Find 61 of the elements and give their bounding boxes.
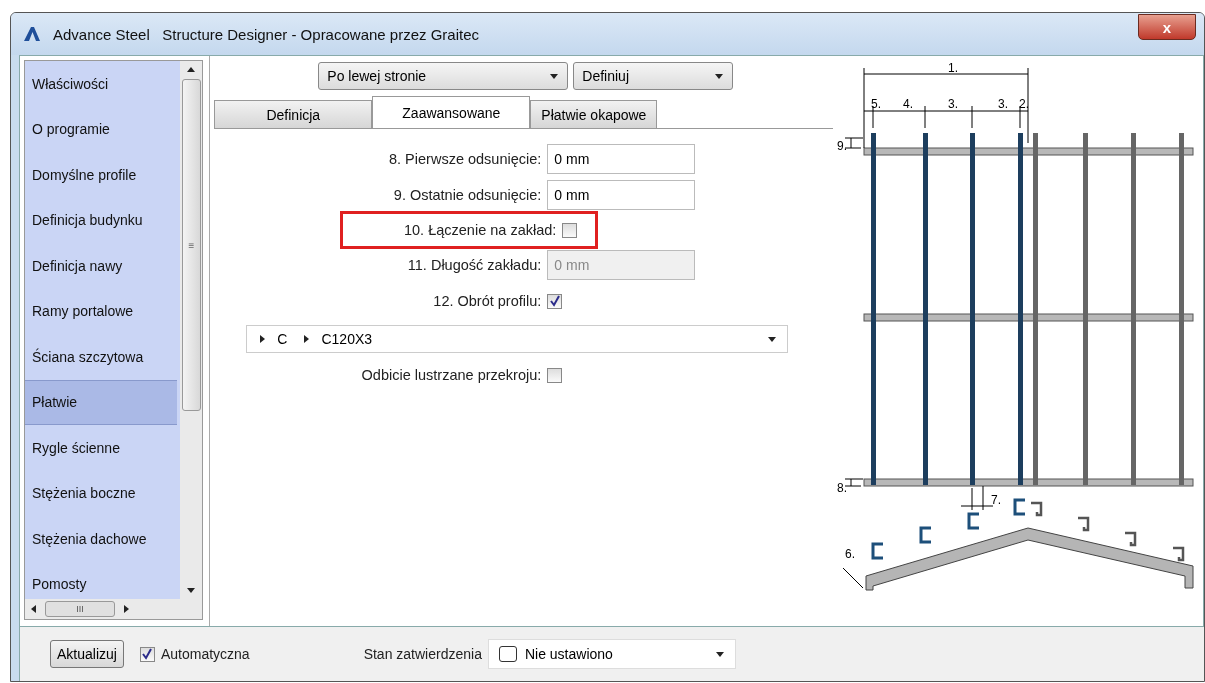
vertical-scrollbar[interactable]: ≡: [180, 61, 203, 599]
profile-path-label: C: [277, 331, 288, 347]
profile-path-label: C120X3: [321, 331, 373, 347]
sidebar-item[interactable]: Stężenia boczne: [25, 470, 177, 516]
scroll-thumb[interactable]: III: [45, 601, 115, 617]
dimension-label: 4.: [903, 97, 913, 111]
sidebar-item[interactable]: Rygle ścienne: [25, 425, 177, 471]
scroll-down-icon[interactable]: [186, 585, 197, 595]
sidebar-item[interactable]: Definicja nawy: [25, 243, 177, 289]
sidebar-item[interactable]: O programie: [25, 106, 177, 152]
checkbox[interactable]: [547, 367, 563, 383]
dimension-label: 7.: [991, 493, 1001, 507]
field-label: 12. Obrót profilu:: [433, 293, 542, 309]
status-dropdown[interactable]: Nie ustawiono: [487, 639, 736, 669]
horizontal-scrollbar[interactable]: III: [25, 599, 203, 619]
field-label: 8. Pierwsze odsunięcie:: [389, 151, 542, 167]
checkbox-label: Automatyczna: [160, 646, 250, 662]
sidebar-item[interactable]: Właściwości: [25, 61, 177, 107]
dimension-label: 3.: [948, 97, 958, 111]
update-button[interactable]: Aktualizuj: [50, 640, 124, 668]
tab[interactable]: Definicja: [214, 100, 373, 128]
scroll-thumb[interactable]: ≡: [181, 79, 201, 411]
sidebar-item[interactable]: Ramy portalowe: [25, 288, 177, 334]
sidebar-item[interactable]: Płatwie: [25, 379, 177, 425]
sidebar-item[interactable]: Definicja budynku: [25, 197, 177, 243]
window-title: Advance Steel Structure Designer - Opracowane przez Graitec: [53, 25, 480, 43]
caret-icon: [714, 649, 725, 659]
logo-icon: [23, 26, 41, 42]
sidebar-item[interactable]: Stężenia dachowe: [25, 516, 177, 562]
field-label: Odbicie lustrzane przekroju:: [361, 367, 542, 383]
checkbox[interactable]: [562, 222, 578, 238]
tab[interactable]: Płatwie okapowe: [530, 100, 658, 128]
dimension-label: 9.: [837, 139, 847, 153]
caret-icon: [714, 71, 725, 81]
scroll-right-icon[interactable]: [121, 604, 131, 614]
dimension-label: 1.: [948, 61, 958, 75]
dimension-label: 5.: [871, 97, 881, 111]
dimension-label: 6.: [845, 547, 855, 561]
sidebar-item[interactable]: Ściana szczytowa: [25, 334, 177, 380]
field-label: 11. Długość zakładu:: [407, 257, 542, 273]
profile-dropdown[interactable]: C C120X3: [246, 325, 789, 353]
input-field[interactable]: 0 mm: [547, 180, 696, 210]
dimension-label: 3.: [998, 97, 1008, 111]
dimension-label: 2.: [1019, 97, 1029, 111]
scroll-left-icon[interactable]: [29, 604, 39, 614]
dropdown[interactable]: Po lewej stronie: [318, 62, 569, 90]
input-field[interactable]: 0 mm: [547, 144, 696, 174]
caret-icon: [767, 334, 778, 344]
tab[interactable]: Zaawansowane: [372, 96, 531, 128]
field-label: 9. Ostatnie odsunięcie:: [393, 187, 542, 203]
dimension-label: 8.: [837, 481, 847, 495]
caret-icon: [549, 71, 560, 81]
checkbox[interactable]: [139, 646, 155, 662]
status-label: Stan zatwierdzenia: [363, 646, 482, 662]
checkbox[interactable]: [547, 293, 563, 309]
sidebar-item[interactable]: Pomosty: [25, 561, 177, 599]
sidebar-item[interactable]: Domyślne profile: [25, 152, 177, 198]
dropdown[interactable]: Definiuj: [573, 62, 734, 90]
scroll-up-icon[interactable]: [186, 65, 197, 75]
field-label: 10. Łączenie na zakład:: [403, 222, 557, 238]
close-button[interactable]: x: [1138, 14, 1196, 40]
